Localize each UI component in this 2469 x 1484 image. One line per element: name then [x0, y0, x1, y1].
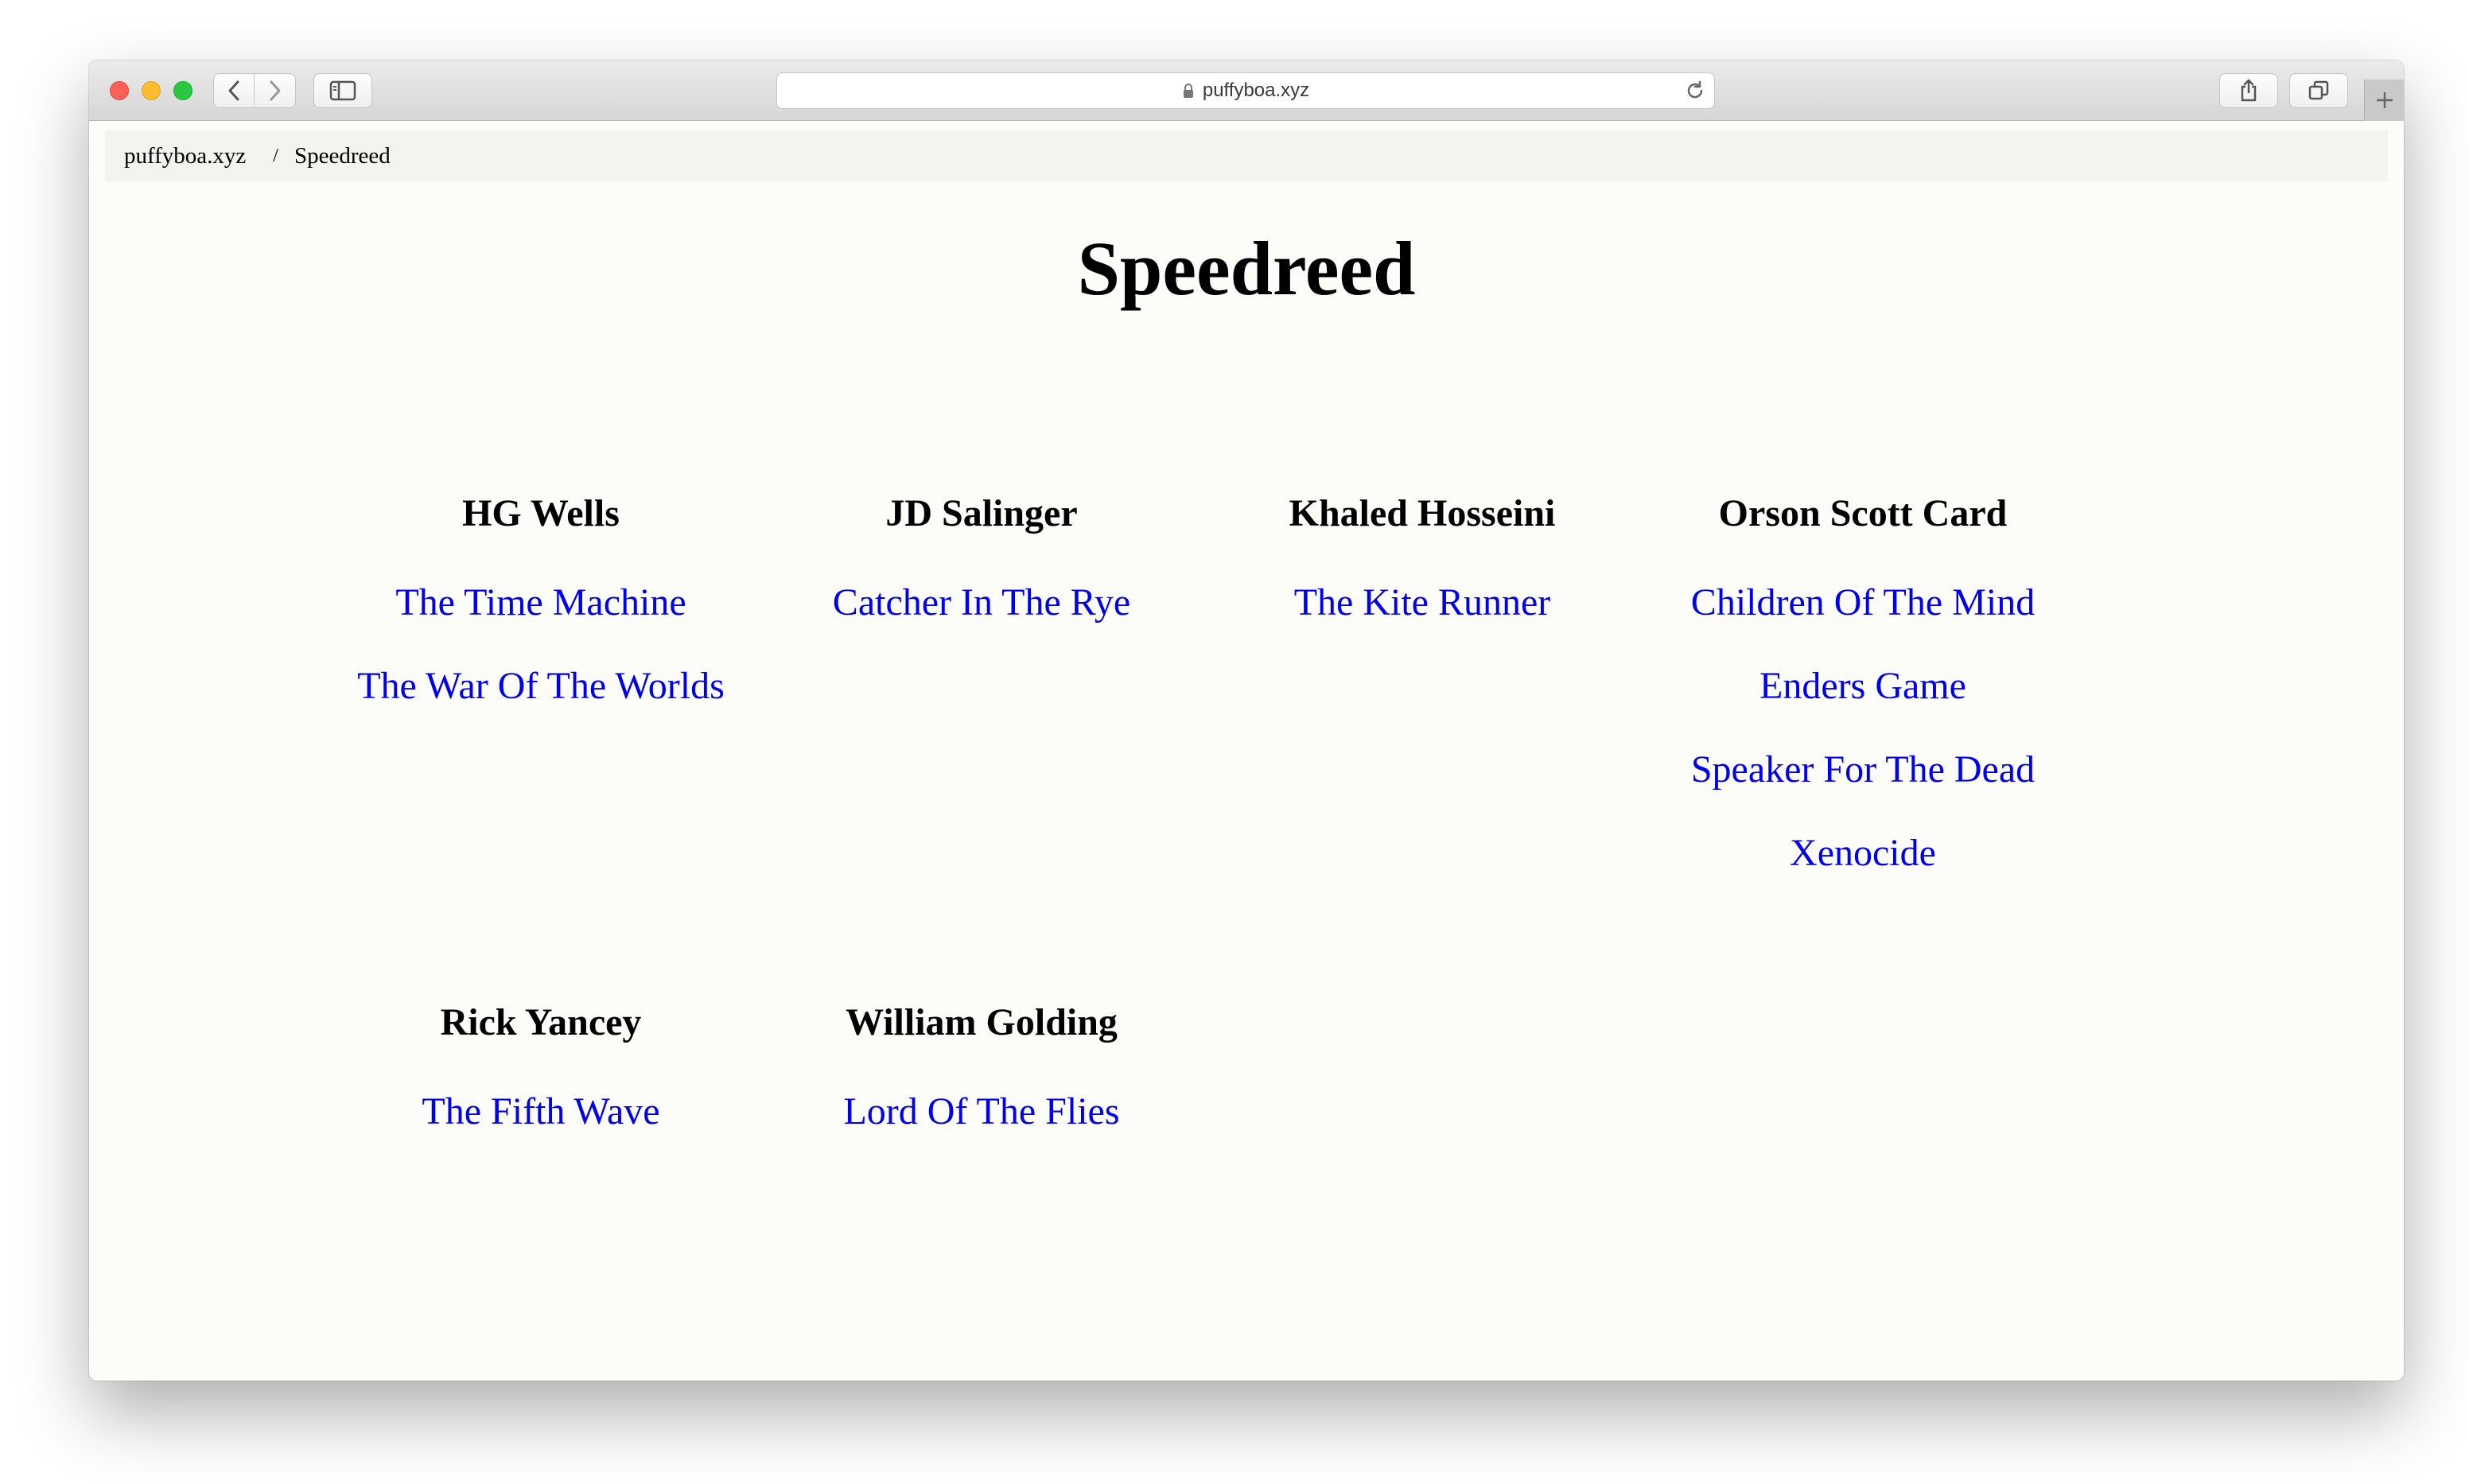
book-list: The Time Machine The War Of The Worlds — [318, 579, 764, 746]
book-link[interactable]: Children Of The Mind — [1640, 579, 2086, 662]
browser-toolbar: puffyboa.xyz — [89, 60, 2404, 121]
sidebar-toggle-button[interactable] — [313, 73, 372, 108]
book-list: Lord Of The Flies — [759, 1088, 1204, 1171]
close-window-button[interactable] — [110, 81, 129, 100]
page-title: Speedreed — [1077, 226, 1416, 311]
book-link[interactable]: Xenocide — [1640, 829, 2086, 913]
book-link[interactable]: The Kite Runner — [1200, 579, 1645, 662]
book-list: Children Of The Mind Enders Game Speaker… — [1640, 579, 2086, 913]
reload-icon[interactable] — [1684, 80, 1706, 107]
author-name: William Golding — [846, 1001, 1118, 1043]
author-section: Rick Yancey The Fifth Wave — [318, 999, 764, 1171]
chevron-right-icon — [270, 80, 280, 101]
book-link[interactable]: Catcher In The Rye — [759, 579, 1204, 662]
breadcrumb-separator: / — [273, 145, 278, 166]
book-link[interactable]: Lord Of The Flies — [759, 1088, 1204, 1171]
author-section: Khaled Hosseini The Kite Runner — [1200, 490, 1645, 662]
book-link[interactable]: Speaker For The Dead — [1640, 746, 2086, 829]
sidebar-icon — [329, 80, 356, 101]
book-link[interactable]: The War Of The Worlds — [318, 662, 764, 746]
new-tab-button[interactable] — [2364, 80, 2404, 121]
author-name: HG Wells — [462, 492, 620, 534]
address-bar[interactable]: puffyboa.xyz — [776, 72, 1715, 109]
author-name: Khaled Hosseini — [1289, 492, 1556, 534]
address-url: puffyboa.xyz — [1202, 80, 1310, 101]
breadcrumb-current: Speedreed — [294, 142, 391, 169]
author-section: Orson Scott Card Children Of The Mind En… — [1640, 490, 2086, 913]
chevron-left-icon — [228, 80, 239, 101]
breadcrumb-home-link[interactable]: puffyboa.xyz — [124, 143, 246, 169]
share-button[interactable] — [2219, 73, 2278, 108]
show-tabs-button[interactable] — [2289, 73, 2348, 108]
plus-icon — [2376, 92, 2393, 108]
book-link[interactable]: The Time Machine — [318, 579, 764, 662]
author-name: Rick Yancey — [440, 1001, 642, 1043]
author-section: HG Wells The Time Machine The War Of The… — [318, 490, 764, 746]
minimize-window-button[interactable] — [142, 81, 161, 100]
breadcrumb: puffyboa.xyz / Speedreed — [105, 130, 2388, 181]
back-button[interactable] — [214, 74, 255, 107]
book-link[interactable]: Enders Game — [1640, 662, 2086, 746]
tabs-overview-icon — [2308, 80, 2329, 100]
browser-window: puffyboa.xyz puffyboa.xyz / Speedreed Sp… — [89, 60, 2404, 1381]
author-name: Orson Scott Card — [1718, 492, 2008, 534]
navigation-buttons — [213, 73, 296, 108]
zoom-window-button[interactable] — [173, 81, 192, 100]
share-icon — [2241, 79, 2257, 102]
author-name: JD Salinger — [885, 492, 1078, 534]
book-list: Catcher In The Rye — [759, 579, 1204, 662]
lock-icon — [1182, 83, 1195, 99]
book-link[interactable]: The Fifth Wave — [318, 1088, 764, 1171]
book-list: The Fifth Wave — [318, 1088, 764, 1171]
forward-button[interactable] — [255, 74, 295, 107]
author-section: William Golding Lord Of The Flies — [759, 999, 1204, 1171]
book-list: The Kite Runner — [1200, 579, 1645, 662]
author-section: JD Salinger Catcher In The Rye — [759, 490, 1204, 662]
